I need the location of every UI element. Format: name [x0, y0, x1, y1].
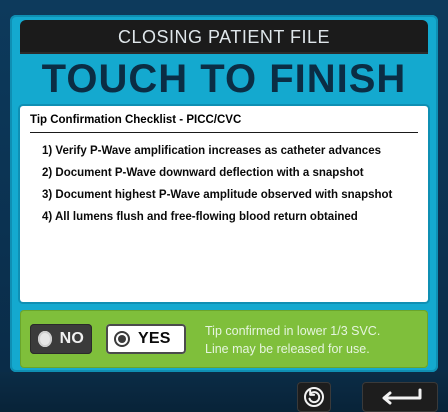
- checklist-card: Tip Confirmation Checklist - PICC/CVC 1)…: [20, 106, 428, 302]
- checklist-items: 1) Verify P-Wave amplification increases…: [42, 140, 422, 228]
- checklist-item: 4) All lumens flush and free-flowing blo…: [42, 211, 358, 223]
- checklist-divider: [30, 132, 418, 133]
- confirmation-message-line: Tip confirmed in lower 1/3 SVC.: [205, 324, 381, 338]
- undo-button[interactable]: [297, 382, 331, 412]
- enter-button[interactable]: [362, 382, 438, 412]
- radio-unselected-icon: [38, 331, 52, 347]
- yes-radio-button[interactable]: YES: [106, 324, 186, 354]
- confirmation-bar: NO YES Tip confirmed in lower 1/3 SVC. L…: [20, 310, 428, 368]
- checklist-item: 1) Verify P-Wave amplification increases…: [42, 145, 381, 157]
- confirmation-message: Tip confirmed in lower 1/3 SVC. Line may…: [205, 322, 419, 358]
- header-bar: CLOSING PATIENT FILE: [20, 20, 428, 54]
- touch-to-finish-button[interactable]: TOUCH TO FINISH: [20, 54, 428, 104]
- no-label: NO: [59, 330, 84, 347]
- undo-icon: [304, 387, 324, 407]
- radio-selected-icon: [114, 331, 130, 347]
- yes-label: YES: [138, 330, 171, 347]
- checklist-item: 2) Document P-Wave downward deflection w…: [42, 167, 364, 179]
- no-radio-button[interactable]: NO: [30, 324, 92, 354]
- checklist-item: 3) Document highest P-Wave amplitude obs…: [42, 189, 393, 201]
- enter-icon: [382, 388, 422, 405]
- header-title: CLOSING PATIENT FILE: [117, 27, 331, 47]
- checklist-title: Tip Confirmation Checklist - PICC/CVC: [30, 114, 242, 126]
- confirmation-message-line: Line may be released for use.: [205, 342, 370, 356]
